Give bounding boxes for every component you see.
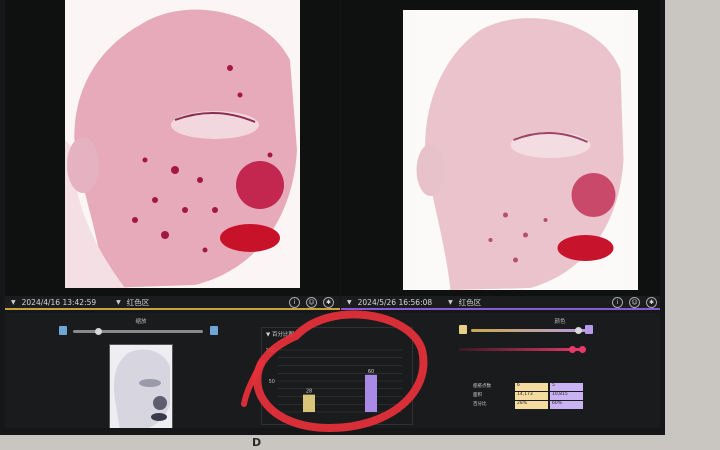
table-row: 痤疮点数 6 5	[473, 383, 587, 391]
zoom-section: 缩放	[11, 317, 257, 428]
before-value: 6	[515, 383, 548, 391]
red-intensity-slider[interactable]	[459, 348, 585, 351]
color-section-title: 颜色	[554, 319, 566, 325]
dropdown-arrow-icon[interactable]: ▼	[347, 299, 352, 306]
zoom-slider-knob[interactable]	[95, 328, 102, 335]
zoom-section-title: 缩放	[135, 319, 147, 325]
after-color-swatch[interactable]	[585, 325, 593, 334]
mode-dropdown-icon[interactable]: ▼	[448, 299, 453, 306]
dropdown-arrow-icon[interactable]: ▼	[11, 299, 16, 306]
zoom-out-icon[interactable]	[59, 326, 67, 335]
bottom-toolbar: 缩放 ▼ 百分比图 0 50 100 28 60 颜色 痤疮点数 6 5 面积 …	[5, 313, 660, 428]
opacity-slider[interactable]	[471, 329, 591, 332]
info-icon[interactable]: i	[612, 296, 623, 308]
opacity-slider-knob[interactable]	[575, 327, 582, 334]
table-row: 面积 14,173 10,815	[473, 392, 587, 400]
before-color-swatch[interactable]	[459, 325, 467, 334]
navigator-thumbnail[interactable]	[109, 344, 173, 428]
after-value: 10,815	[550, 392, 583, 400]
face-icon[interactable]: ☺	[629, 296, 640, 308]
info-icon[interactable]: i	[289, 296, 300, 308]
right-timestamp: 2024/5/26 16:56:08	[357, 297, 433, 307]
color-section: 颜色 痤疮点数 6 5 面积 14,173 10,815 百分比 28% 60%	[451, 317, 659, 425]
table-row: 百分比 28% 60%	[473, 401, 587, 409]
left-info-bar: ▼ 2024/4/16 13:42:59 ▼ 红色区 i ☺ ✱	[5, 296, 340, 310]
after-value: 5	[550, 383, 583, 391]
percentage-chart-frame: ▼ 百分比图 0 50 100 28 60	[261, 327, 413, 425]
gear-icon[interactable]: ✱	[646, 296, 657, 308]
row-key: 百分比	[473, 402, 487, 407]
red-end-knob[interactable]	[579, 346, 586, 353]
mode-dropdown-icon[interactable]: ▼	[116, 299, 121, 306]
thumbnail-face	[110, 345, 172, 428]
left-image-panel	[5, 0, 340, 296]
percentage-chart: 0 50 100 28 60	[265, 348, 402, 416]
gear-icon[interactable]: ✱	[323, 296, 334, 308]
chart-bar-label: 60	[368, 369, 374, 375]
y-tick-label: 100	[265, 348, 275, 354]
before-value: 28%	[515, 401, 548, 409]
screen: ▼ 2024/4/16 13:42:59 ▼ 红色区 i ☺ ✱ ▼ 2024/…	[3, 0, 660, 428]
left-mode-label[interactable]: 红色区	[127, 297, 150, 308]
face-image-before	[65, 0, 300, 288]
chart-bar-2	[365, 374, 377, 412]
left-face-image[interactable]	[65, 0, 300, 288]
zoom-slider[interactable]	[73, 330, 203, 333]
chart-bar-label: 28	[306, 389, 312, 395]
right-face-image[interactable]	[403, 10, 638, 290]
y-tick-label: 0	[272, 410, 275, 416]
chart-bar-1	[303, 394, 315, 412]
face-image-after	[415, 10, 626, 290]
left-timestamp: 2024/4/16 13:42:59	[21, 297, 97, 307]
row-key: 面积	[473, 393, 482, 398]
zoom-in-icon[interactable]	[210, 326, 218, 335]
monitor-brand-logo: D	[252, 436, 262, 449]
stats-table: 痤疮点数 6 5 面积 14,173 10,815 百分比 28% 60%	[473, 383, 587, 410]
chart-section: ▼ 百分比图 0 50 100 28 60	[261, 317, 447, 425]
red-intensity-knob[interactable]	[569, 346, 576, 353]
y-tick-label: 50	[269, 379, 275, 385]
before-value: 14,173	[515, 392, 548, 400]
right-info-bar: ▼ 2024/5/26 16:56:08 ▼ 红色区 i ☺ ✱	[341, 296, 660, 310]
right-mode-label[interactable]: 红色区	[459, 297, 482, 308]
row-key: 痤疮点数	[473, 384, 491, 389]
after-value: 60%	[550, 401, 583, 409]
face-icon[interactable]: ☺	[306, 296, 317, 308]
right-image-panel	[341, 0, 660, 296]
